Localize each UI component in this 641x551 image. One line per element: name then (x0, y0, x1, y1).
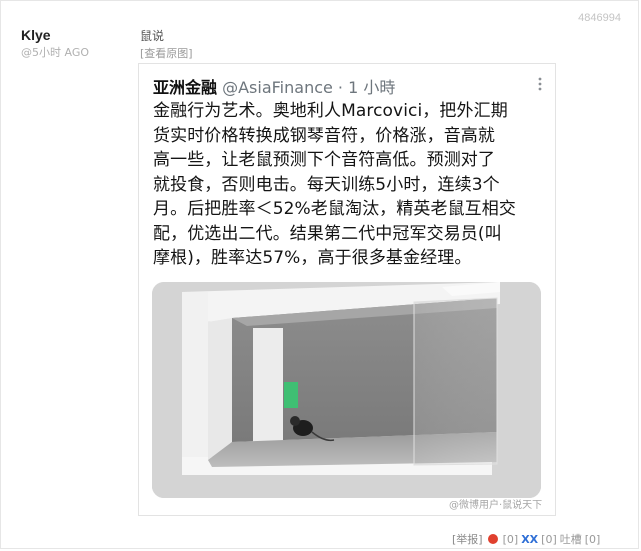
tweet-header: 亚洲金融 @AsiaFinance · 1 小時 (153, 74, 529, 98)
embedded-tweet-image[interactable]: 亚洲金融 @AsiaFinance · 1 小時 金融行为艺术。奥地利人Marc… (138, 63, 556, 516)
xx-button[interactable]: XX (521, 533, 538, 546)
photo-watermark: @微博用户·鼠说天下 (449, 500, 543, 511)
tweet-handle-time: @AsiaFinance · 1 小時 (217, 78, 396, 97)
post-title: 鼠说 (140, 29, 165, 43)
post-time: @5小时 AGO (21, 46, 90, 59)
author-name[interactable]: Klye (21, 27, 51, 43)
post-id[interactable]: 4846994 (578, 12, 621, 24)
xx-count: [0] (541, 532, 557, 546)
view-original-link[interactable]: [查看原图] (140, 45, 193, 61)
action-bar: [举报] [0] XX [0] 吐槽 [0] (452, 531, 600, 547)
tweet-text: 金融行为艺术。奥地利人Marcovici，把外汇期 货实时价格转换成钢琴音符，价… (153, 101, 516, 268)
oo-icon[interactable] (487, 534, 498, 544)
tweet-account-name: 亚洲金融 (153, 78, 218, 97)
rat-box-illustration (152, 282, 541, 498)
report-button[interactable]: [举报] (452, 531, 483, 547)
more-options-icon (538, 77, 542, 91)
tweet-photo (152, 282, 541, 498)
tucao-count: [0] (584, 532, 601, 546)
tucao-button[interactable]: 吐槽 (560, 531, 582, 547)
oo-count: [0] (502, 532, 519, 546)
